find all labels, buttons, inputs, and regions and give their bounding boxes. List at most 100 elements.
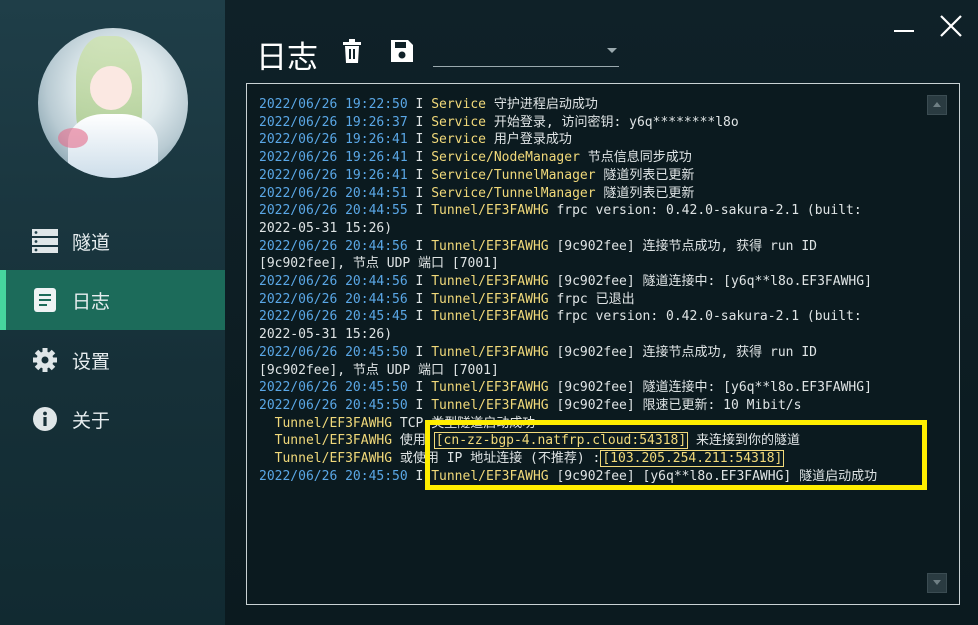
log-message: [9c902fee] 隧道连接中: [y6q**l8o.EF3FAWHG] (556, 380, 872, 396)
log-line: 2022/06/26 20:44:56 I Tunnel/EF3FAWHG fr… (259, 291, 929, 309)
log-line: Tunnel/EF3FAWHG TCP 类型隧道启动成功 (259, 415, 929, 433)
log-timestamp: 2022/06/26 20:44:56 (259, 238, 408, 254)
log-level: I (415, 97, 424, 112)
trash-icon[interactable] (339, 38, 365, 64)
log-line: Tunnel/EF3FAWHG 或使用 IP 地址连接 (不推荐) : [103.… (259, 450, 929, 468)
log-timestamp: 2022/06/26 20:45:50 (259, 380, 408, 396)
log-continuation: [9c902fee], 节点 UDP 端口 [7001] (259, 362, 499, 378)
log-level: I (415, 380, 424, 396)
log-message: 或使用 IP 地址连接 (不推荐) : (399, 451, 601, 467)
log-timestamp: 2022/06/26 20:45:50 (259, 397, 408, 413)
log-message: [9c902fee] 限速已更新: 10 Mibit/s (556, 397, 802, 413)
nav-item-settings[interactable]: 设置 (0, 330, 225, 390)
log-message: 守护进程启动成功 (493, 97, 598, 112)
log-timestamp: 2022/06/26 20:45:50 (259, 468, 408, 484)
avatar-accent (58, 128, 88, 148)
log-line: 2022/06/26 20:44:51 I Service/TunnelMana… (259, 185, 929, 203)
log-message: 用户登录成功 (493, 132, 572, 148)
log-message: frpc version: 0.42.0-sakura-2.1 (built: (556, 203, 862, 219)
nav-item-about[interactable]: 关于 (0, 389, 225, 449)
log-timestamp: 2022/06/26 20:44:56 (259, 274, 408, 290)
log-timestamp: 2022/06/26 19:26:41 (259, 132, 408, 148)
log-level: I (415, 468, 424, 484)
log-line: 2022/06/26 20:44:55 I Tunnel/EF3FAWHG fr… (259, 202, 929, 220)
log-level: I (415, 274, 424, 290)
avatar[interactable] (38, 28, 188, 178)
log-line: 2022/06/26 20:45:45 I Tunnel/EF3FAWHG fr… (259, 308, 929, 326)
nav-label-settings: 设置 (72, 351, 111, 373)
log-line: 2022/06/26 20:45:50 I Tunnel/EF3FAWHG [9… (259, 344, 929, 362)
log-continuation: 2022-05-31 15:26) (259, 220, 393, 236)
log-level: I (415, 291, 424, 307)
nav-label-about: 关于 (72, 410, 111, 432)
server-icon (32, 229, 58, 253)
log-source: Tunnel/EF3FAWHG (431, 291, 549, 307)
log-timestamp: 2022/06/26 20:45:45 (259, 309, 408, 325)
log-message: [9c902fee] 隧道连接中: [y6q**l8o.EF3FAWHG] (556, 274, 872, 290)
log-source: Tunnel/EF3FAWHG (431, 238, 549, 254)
minimize-icon[interactable] (890, 14, 918, 38)
log-source: Service (431, 97, 486, 112)
log-timestamp: 2022/06/26 20:44:51 (259, 185, 408, 201)
sidebar: 隧道 日志 设置 关于 (0, 0, 225, 625)
log-source: Service (431, 114, 486, 130)
log-timestamp: 2022/06/26 19:26:37 (259, 114, 408, 130)
log-level: I (415, 203, 424, 219)
log-message: frpc 已退出 (556, 291, 635, 307)
log-source: Tunnel/EF3FAWHG (431, 468, 549, 484)
log-filter-select[interactable] (433, 46, 619, 67)
log-source: Tunnel/EF3FAWHG (274, 433, 393, 449)
page-title: 日志 (256, 40, 318, 76)
log-message: [9c902fee] 连接节点成功, 获得 run ID (556, 344, 817, 360)
log-text: 2022/06/26 19:22:50 I Service 守护进程启动成功 20… (259, 96, 929, 485)
log-line: 2022/06/26 19:26:41 I Service/TunnelMana… (259, 167, 929, 185)
log-level: I (415, 185, 424, 201)
log-line: 2022/06/26 19:26:41 I Service 用户登录成功 (259, 131, 929, 149)
log-message: TCP 类型隧道启动成功 (399, 415, 536, 431)
log-line: [9c902fee], 节点 UDP 端口 [7001] (259, 255, 929, 273)
log-message: 隧道列表已更新 (603, 167, 695, 183)
log-source: Service (431, 132, 486, 148)
save-icon[interactable] (389, 38, 415, 64)
log-panel[interactable]: 2022/06/26 19:22:50 I Service 守护进程启动成功 20… (246, 83, 960, 605)
log-line: 2022/06/26 20:44:56 I Tunnel/EF3FAWHG [9… (259, 238, 929, 256)
log-message: frpc version: 0.42.0-sakura-2.1 (built: (556, 309, 862, 325)
nav-label-tunnels: 隧道 (72, 232, 111, 254)
log-source: Tunnel/EF3FAWHG (431, 380, 549, 396)
log-line: 2022/06/26 20:45:50 I Tunnel/EF3FAWHG [9… (259, 397, 929, 415)
log-level: I (415, 344, 424, 360)
avatar-face (90, 66, 132, 110)
log-message: [9c902fee] [y6q**l8o.EF3FAWHG] 隧道启动成功 (556, 468, 878, 484)
log-message: [9c902fee] 连接节点成功, 获得 run ID (556, 238, 817, 254)
scroll-down-button[interactable] (927, 573, 947, 593)
nav-item-logs[interactable]: 日志 (0, 270, 225, 330)
nav-item-tunnels[interactable]: 隧道 (0, 211, 225, 271)
close-icon[interactable] (937, 14, 965, 38)
log-timestamp: 2022/06/26 20:44:56 (259, 291, 408, 307)
log-source: Tunnel/EF3FAWHG (431, 397, 549, 413)
log-highlight: [103.205.254.211:54318] (600, 450, 785, 468)
log-line: Tunnel/EF3FAWHG 使用 [cn-zz-bgp-4.natfrp.c… (259, 432, 929, 450)
log-level: I (415, 238, 424, 254)
log-message: 节点信息同步成功 (587, 150, 692, 166)
log-line: 2022/06/26 20:45:50 I Tunnel/EF3FAWHG [9… (259, 468, 929, 486)
log-continuation: 2022-05-31 15:26) (259, 327, 393, 343)
log-timestamp: 2022/06/26 20:45:50 (259, 344, 408, 360)
log-level: I (415, 132, 424, 148)
log-continuation: [9c902fee], 节点 UDP 端口 [7001] (259, 256, 499, 272)
log-source: Tunnel/EF3FAWHG (431, 309, 549, 325)
log-line: [9c902fee], 节点 UDP 端口 [7001] (259, 362, 929, 380)
log-source: Service/TunnelManager (431, 185, 596, 201)
log-message: 隧道列表已更新 (603, 185, 695, 201)
log-source: Tunnel/EF3FAWHG (274, 415, 393, 431)
log-source: Tunnel/EF3FAWHG (431, 344, 549, 360)
log-timestamp: 2022/06/26 19:26:41 (259, 150, 408, 166)
log-line: 2022-05-31 15:26) (259, 326, 929, 344)
log-line: 2022/06/26 19:22:50 I Service 守护进程启动成功 (259, 96, 929, 114)
log-source: Service/NodeManager (431, 150, 580, 166)
nav-label-logs: 日志 (72, 291, 111, 313)
log-level: I (415, 167, 424, 183)
log-highlight: [cn-zz-bgp-4.natfrp.cloud:54318] (433, 432, 689, 450)
log-timestamp: 2022/06/26 19:22:50 (259, 97, 408, 112)
scroll-up-button[interactable] (927, 95, 947, 115)
